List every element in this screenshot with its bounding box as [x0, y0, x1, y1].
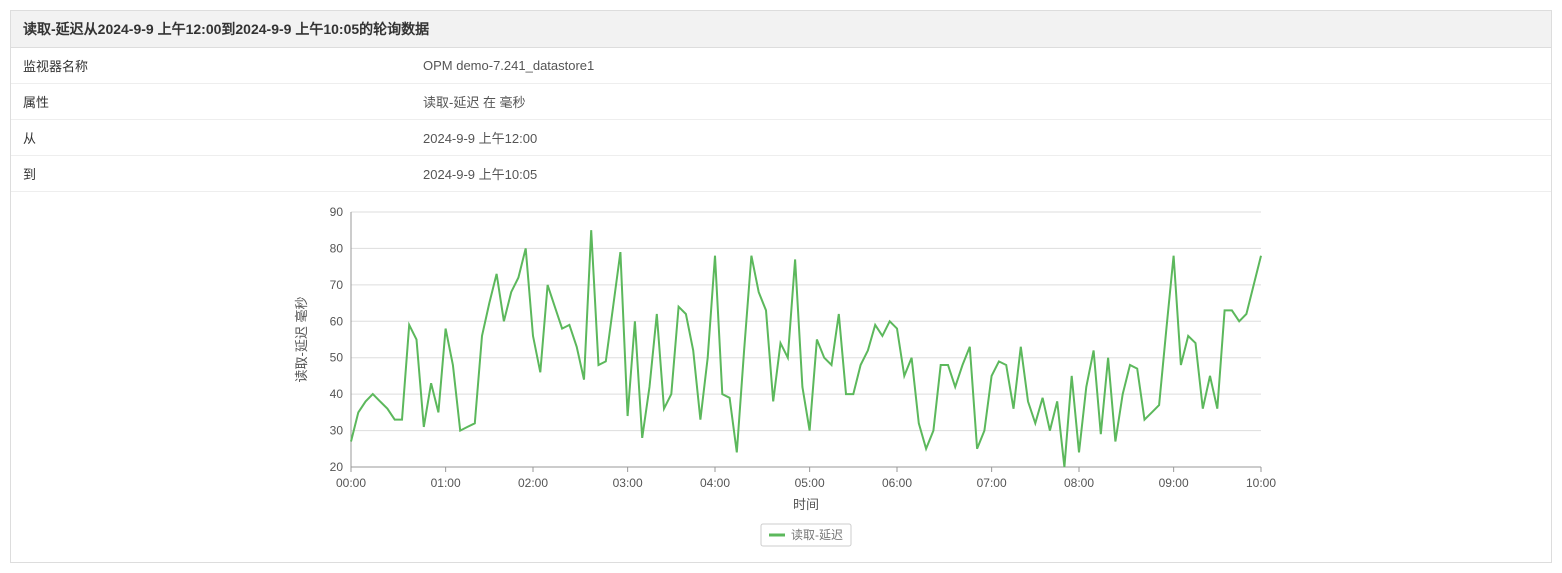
svg-text:00:00: 00:00: [336, 476, 366, 490]
svg-text:60: 60: [330, 314, 344, 328]
svg-text:04:00: 04:00: [700, 476, 730, 490]
svg-text:10:00: 10:00: [1246, 476, 1276, 490]
attribute-label: 属性: [11, 84, 411, 120]
panel-title: 读取-延迟从2024-9-9 上午12:00到2024-9-9 上午10:05的…: [11, 11, 1551, 48]
svg-text:09:00: 09:00: [1159, 476, 1189, 490]
monitor-name-label: 监视器名称: [11, 48, 411, 84]
svg-text:读取-延迟 毫秒: 读取-延迟 毫秒: [294, 297, 309, 383]
svg-text:08:00: 08:00: [1064, 476, 1094, 490]
from-value: 2024-9-9 上午12:00: [411, 120, 1551, 156]
monitor-name-value: OPM demo-7.241_datastore1: [411, 48, 1551, 84]
row-from: 从 2024-9-9 上午12:00: [11, 120, 1551, 156]
attribute-value: 读取-延迟 在 毫秒: [411, 84, 1551, 120]
row-monitor-name: 监视器名称 OPM demo-7.241_datastore1: [11, 48, 1551, 84]
row-attribute: 属性 读取-延迟 在 毫秒: [11, 84, 1551, 120]
svg-text:时间: 时间: [793, 497, 819, 512]
svg-text:03:00: 03:00: [613, 476, 643, 490]
svg-text:30: 30: [330, 424, 344, 438]
svg-text:05:00: 05:00: [795, 476, 825, 490]
to-label: 到: [11, 156, 411, 192]
svg-text:20: 20: [330, 460, 344, 474]
svg-text:70: 70: [330, 278, 344, 292]
to-value: 2024-9-9 上午10:05: [411, 156, 1551, 192]
row-to: 到 2024-9-9 上午10:05: [11, 156, 1551, 192]
svg-text:02:00: 02:00: [518, 476, 548, 490]
report-panel: 读取-延迟从2024-9-9 上午12:00到2024-9-9 上午10:05的…: [10, 10, 1552, 563]
svg-text:80: 80: [330, 241, 344, 255]
svg-text:01:00: 01:00: [431, 476, 461, 490]
svg-text:07:00: 07:00: [977, 476, 1007, 490]
svg-text:06:00: 06:00: [882, 476, 912, 490]
line-chart: 20 30 40 50 60 70 80 90 00:00 01:00 02:00 03:00 04:0…: [281, 202, 1281, 552]
chart-container: 20 30 40 50 60 70 80 90 00:00 01:00 02:00 03:00 04:0…: [11, 192, 1551, 562]
svg-text:90: 90: [330, 205, 344, 219]
from-label: 从: [11, 120, 411, 156]
svg-text:读取-延迟: 读取-延迟: [791, 528, 843, 542]
info-table: 监视器名称 OPM demo-7.241_datastore1 属性 读取-延迟…: [11, 48, 1551, 192]
svg-text:40: 40: [330, 387, 344, 401]
svg-text:50: 50: [330, 351, 344, 365]
